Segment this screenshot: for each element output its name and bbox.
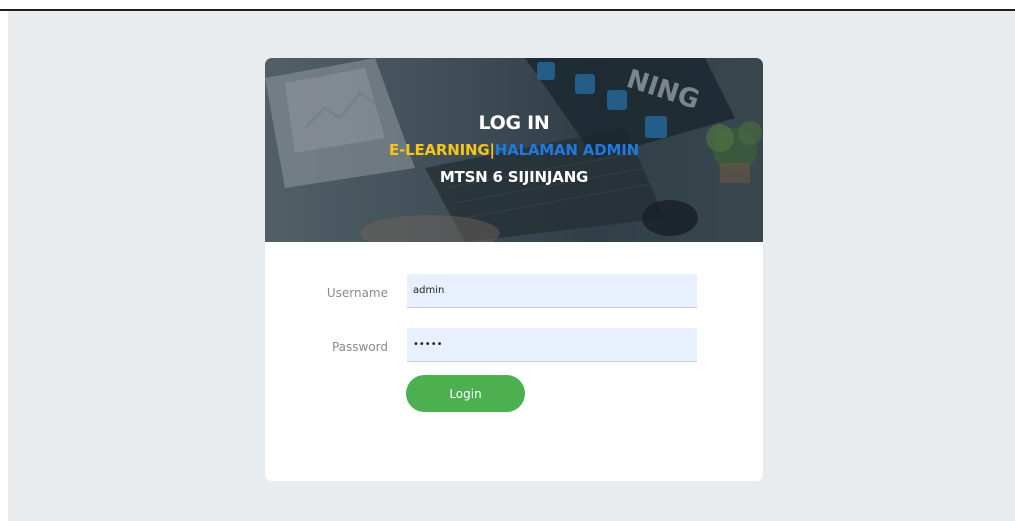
login-card: NING LOG IN E-LEARNING|HALAMAN ADMIN MTS… — [265, 58, 763, 481]
subtitle-elearning: E-LEARNING — [389, 141, 490, 159]
username-label: Username — [326, 286, 388, 300]
subtitle-admin: HALAMAN ADMIN — [494, 141, 639, 159]
school-name: MTSN 6 SIJINJANG — [439, 168, 589, 186]
header-text: LOG IN E-LEARNING|HALAMAN ADMIN MTSN 6 S… — [265, 58, 763, 242]
login-button[interactable]: Login — [406, 375, 525, 412]
login-title: LOG IN — [478, 112, 550, 134]
password-label: Password — [331, 340, 388, 354]
password-field[interactable] — [407, 328, 697, 362]
login-subtitle: E-LEARNING|HALAMAN ADMIN — [265, 141, 763, 159]
username-field[interactable] — [407, 274, 697, 308]
header-banner: NING LOG IN E-LEARNING|HALAMAN ADMIN MTS… — [265, 58, 763, 242]
